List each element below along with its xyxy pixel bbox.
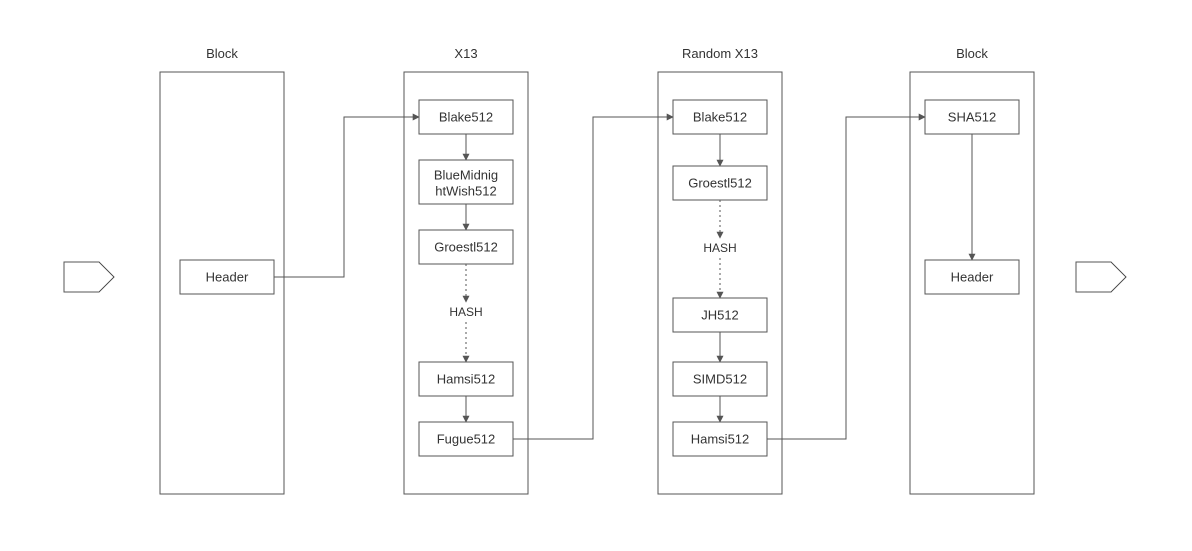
svg-text:Blake512: Blake512 bbox=[693, 109, 747, 124]
col3-title: Random X13 bbox=[682, 46, 758, 61]
flow-in-icon bbox=[64, 262, 114, 292]
col1-title: Block bbox=[206, 46, 238, 61]
hash-label-c2: HASH bbox=[449, 305, 482, 319]
svg-text:Header: Header bbox=[951, 269, 994, 284]
node-groestl-c3: Groestl512 bbox=[673, 166, 767, 200]
node-fugue-c2: Fugue512 bbox=[419, 422, 513, 456]
svg-text:Header: Header bbox=[206, 269, 249, 284]
edge-c3-to-c4 bbox=[767, 117, 925, 439]
svg-text:SHA512: SHA512 bbox=[948, 109, 996, 124]
svg-text:SIMD512: SIMD512 bbox=[693, 371, 747, 386]
node-blake-c2: Blake512 bbox=[419, 100, 513, 134]
node-sha-c4: SHA512 bbox=[925, 100, 1019, 134]
svg-text:Fugue512: Fugue512 bbox=[437, 431, 496, 446]
node-hamsi-c2: Hamsi512 bbox=[419, 362, 513, 396]
node-header-right: Header bbox=[925, 260, 1019, 294]
node-hamsi-c3: Hamsi512 bbox=[673, 422, 767, 456]
edge-c2-to-c3 bbox=[513, 117, 673, 439]
svg-text:Hamsi512: Hamsi512 bbox=[437, 371, 496, 386]
hash-label-c3: HASH bbox=[703, 241, 736, 255]
edge-c1-to-c2 bbox=[274, 117, 419, 277]
node-blake-c3: Blake512 bbox=[673, 100, 767, 134]
node-simd-c3: SIMD512 bbox=[673, 362, 767, 396]
node-jh-c3: JH512 bbox=[673, 298, 767, 332]
svg-text:htWish512: htWish512 bbox=[435, 183, 496, 198]
svg-text:Hamsi512: Hamsi512 bbox=[691, 431, 750, 446]
node-bmw-c2: BlueMidnig htWish512 bbox=[419, 160, 513, 204]
node-groestl-c2: Groestl512 bbox=[419, 230, 513, 264]
col4-title: Block bbox=[956, 46, 988, 61]
svg-text:Blake512: Blake512 bbox=[439, 109, 493, 124]
flow-out-icon bbox=[1076, 262, 1126, 292]
svg-text:JH512: JH512 bbox=[701, 307, 739, 322]
col2-title: X13 bbox=[454, 46, 477, 61]
node-header-left: Header bbox=[180, 260, 274, 294]
svg-text:BlueMidnig: BlueMidnig bbox=[434, 167, 498, 182]
svg-text:Groestl512: Groestl512 bbox=[688, 175, 752, 190]
diagram-canvas: Block Header X13 Blake512 BlueMidnig htW… bbox=[0, 0, 1192, 551]
svg-text:Groestl512: Groestl512 bbox=[434, 239, 498, 254]
